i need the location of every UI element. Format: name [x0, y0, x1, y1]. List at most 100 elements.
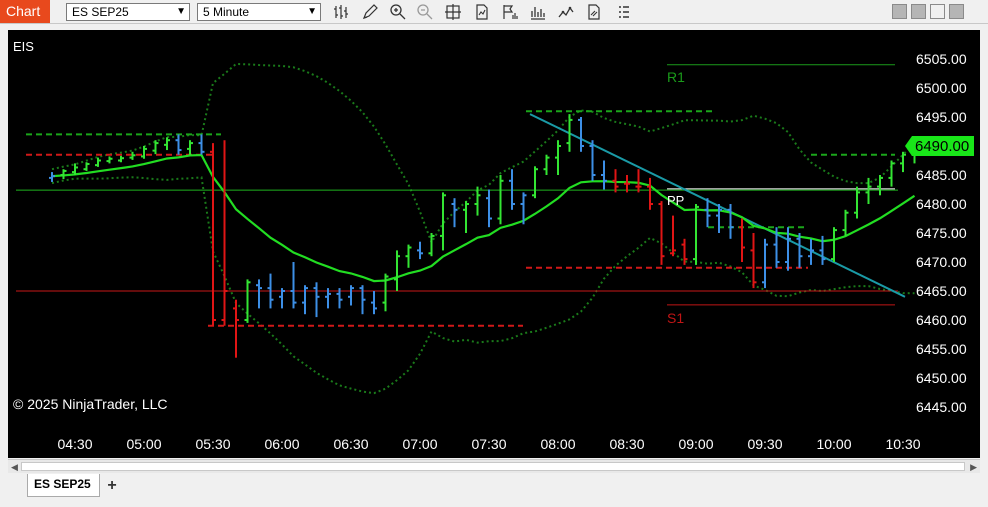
tile-icon[interactable] [911, 4, 926, 19]
ohlc-bar [693, 204, 699, 265]
ohlc-bar [83, 162, 90, 171]
ohlc-bar [486, 189, 492, 228]
ohlc-bar [612, 169, 619, 193]
indicators-icon[interactable] [529, 3, 547, 21]
ohlc-bar [198, 134, 205, 155]
chart-trader-icon[interactable] [557, 3, 575, 21]
add-tab-icon[interactable]: + [102, 476, 122, 496]
properties-icon[interactable] [585, 3, 603, 21]
ohlc-bar [509, 169, 515, 210]
bar-type-icon[interactable] [332, 3, 350, 21]
scrollbar-thumb[interactable] [21, 462, 965, 471]
time-tick-label: 10:00 [816, 436, 851, 452]
price-tick-label: 6470.00 [916, 254, 967, 270]
crosshair-icon[interactable] [444, 3, 462, 21]
horizontal-scrollbar[interactable]: ◀ ▶ [8, 459, 980, 473]
price-tick-label: 6505.00 [916, 51, 967, 67]
ohlc-bar [474, 186, 481, 216]
tab-strip: ES SEP25 + [0, 474, 988, 507]
ohlc-bar [313, 282, 320, 318]
s1-label: S1 [667, 310, 684, 326]
ohlc-bar [463, 201, 469, 233]
chart-panel[interactable]: 6505.00 6500.00 6495.00 6485.00 6480.00 6475.… [8, 30, 980, 458]
time-tick-label: 07:30 [471, 436, 506, 452]
time-tick-label: 05:00 [126, 436, 161, 452]
ohlc-bar [762, 238, 768, 289]
ohlc-bar [555, 140, 561, 175]
interval-value: 5 Minute [203, 5, 250, 19]
ohlc-bar [164, 137, 170, 151]
ohlc-bar [578, 117, 584, 152]
ohlc-bar [888, 160, 895, 187]
price-tick-label: 6500.00 [916, 80, 967, 96]
time-tick-label: 10:30 [885, 436, 920, 452]
interval-selector[interactable]: 5 Minute ▼ [197, 3, 321, 21]
ohlc-bar [118, 155, 124, 163]
ohlc-bar [716, 204, 722, 233]
ohlc-bar [750, 233, 757, 289]
ohlc-bar [221, 140, 228, 326]
trendline [529, 113, 906, 298]
ohlc-bar [187, 140, 193, 155]
time-axis[interactable]: 04:30 05:00 05:30 06:00 06:30 07:00 07:30 08:00… [57, 436, 920, 452]
menu-icon[interactable] [614, 3, 632, 21]
price-tick-label: 6460.00 [916, 312, 967, 328]
ohlc-bar [371, 291, 377, 315]
chevron-down-icon: ▼ [307, 6, 317, 17]
price-tick-label: 6450.00 [916, 370, 967, 386]
bollinger-lower [51, 176, 915, 395]
time-tick-label: 06:30 [333, 436, 368, 452]
close-icon[interactable] [949, 4, 964, 19]
ohlc-bar [129, 151, 136, 160]
ohlc-bar [95, 157, 101, 167]
r1-label: R1 [667, 69, 685, 85]
ohlc-bar [175, 134, 182, 155]
ohlc-bar [796, 233, 803, 268]
ohlc-bar [417, 241, 423, 260]
price-axis[interactable]: 6505.00 6500.00 6495.00 6485.00 6480.00 6475.… [916, 51, 967, 415]
time-tick-label: 09:30 [747, 436, 782, 452]
instrument-label: EIS [13, 39, 34, 54]
scroll-right-icon[interactable]: ▶ [970, 462, 977, 473]
scroll-left-icon[interactable]: ◀ [11, 462, 18, 473]
price-tick-label: 6485.00 [916, 167, 967, 183]
price-tick-label: 6455.00 [916, 341, 967, 357]
bollinger-upper [51, 62, 916, 245]
price-tick-label: 6495.00 [916, 109, 967, 125]
ohlc-bar [60, 169, 67, 180]
ohlc-bar [877, 175, 883, 196]
zoom-out-icon[interactable] [416, 3, 434, 21]
ohlc-bar [359, 285, 366, 315]
price-tick-label: 6445.00 [916, 399, 967, 415]
minimize-icon[interactable] [892, 4, 907, 19]
ohlc-bar [543, 154, 550, 175]
ohlc-bar [658, 201, 665, 265]
ohlc-bar [49, 172, 55, 182]
data-series-icon[interactable] [473, 3, 491, 21]
price-tick-label: 6480.00 [916, 196, 967, 212]
ohlc-bar [440, 192, 446, 251]
price-chart[interactable]: 6505.00 6500.00 6495.00 6485.00 6480.00 6475.… [8, 30, 980, 458]
drawing-tool-icon[interactable] [361, 3, 379, 21]
pp-label: PP [667, 193, 684, 208]
trendlines [529, 113, 906, 298]
ohlc-bar [394, 250, 400, 291]
ohlc-bar [348, 285, 354, 306]
zoom-in-icon[interactable] [389, 3, 407, 21]
current-price-label: 6490.00 [915, 138, 969, 155]
ohlc-bar [233, 299, 239, 358]
bollinger-bands [51, 62, 916, 395]
ohlc-bar [854, 186, 860, 219]
toolbar: Chart ES SEP25 ▼ 5 Minute ▼ [0, 0, 988, 24]
chevron-down-icon: ▼ [176, 6, 186, 17]
ohlc-bar [210, 143, 216, 326]
strategies-icon[interactable] [501, 3, 519, 21]
tab-es-sep25[interactable]: ES SEP25 [27, 474, 100, 497]
copyright-label: © 2025 NinjaTrader, LLC [13, 396, 168, 412]
ohlc-bar [497, 175, 504, 225]
maximize-icon[interactable] [930, 4, 945, 19]
instrument-selector[interactable]: ES SEP25 ▼ [66, 3, 190, 21]
time-tick-label: 07:00 [402, 436, 437, 452]
chart-window: Chart ES SEP25 ▼ 5 Minute ▼ 6505.00 6500… [0, 0, 988, 507]
ohlc-bar [900, 151, 906, 173]
